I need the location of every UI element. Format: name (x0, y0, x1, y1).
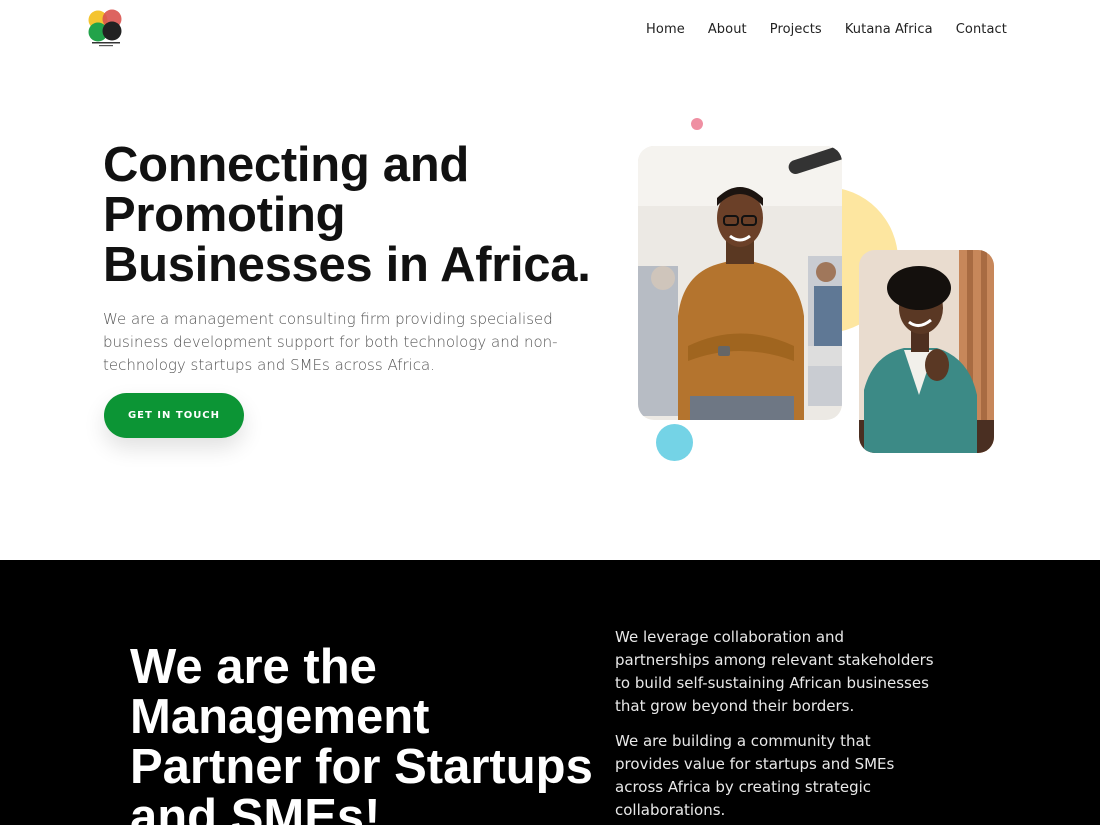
nav-home[interactable]: Home (646, 22, 685, 37)
main-nav: Home About Projects Kutana Africa Contac… (646, 22, 1007, 37)
nav-projects[interactable]: Projects (770, 22, 822, 37)
hero-description: We are a management consulting firm prov… (103, 310, 558, 374)
hero-photo-woman (859, 250, 994, 453)
nav-kutana-africa[interactable]: Kutana Africa (845, 22, 933, 37)
nav-about[interactable]: About (708, 22, 747, 37)
about-section: We are the Management Partner for Startu… (0, 560, 1100, 825)
hero-title: Connecting and Promoting Businesses in A… (103, 138, 591, 292)
get-in-touch-button[interactable]: GET IN TOUCH (104, 393, 244, 438)
company-logo[interactable] (86, 8, 126, 50)
about-title: We are the Management Partner for Startu… (130, 640, 593, 825)
hero-photo-man (638, 146, 842, 420)
decorative-blue-dot (656, 424, 693, 461)
decorative-pink-dot (691, 118, 703, 130)
nav-contact[interactable]: Contact (956, 22, 1007, 37)
about-paragraph-1: We leverage collaboration and partnershi… (615, 628, 934, 715)
about-paragraph-2: We are building a community that provide… (615, 732, 895, 819)
